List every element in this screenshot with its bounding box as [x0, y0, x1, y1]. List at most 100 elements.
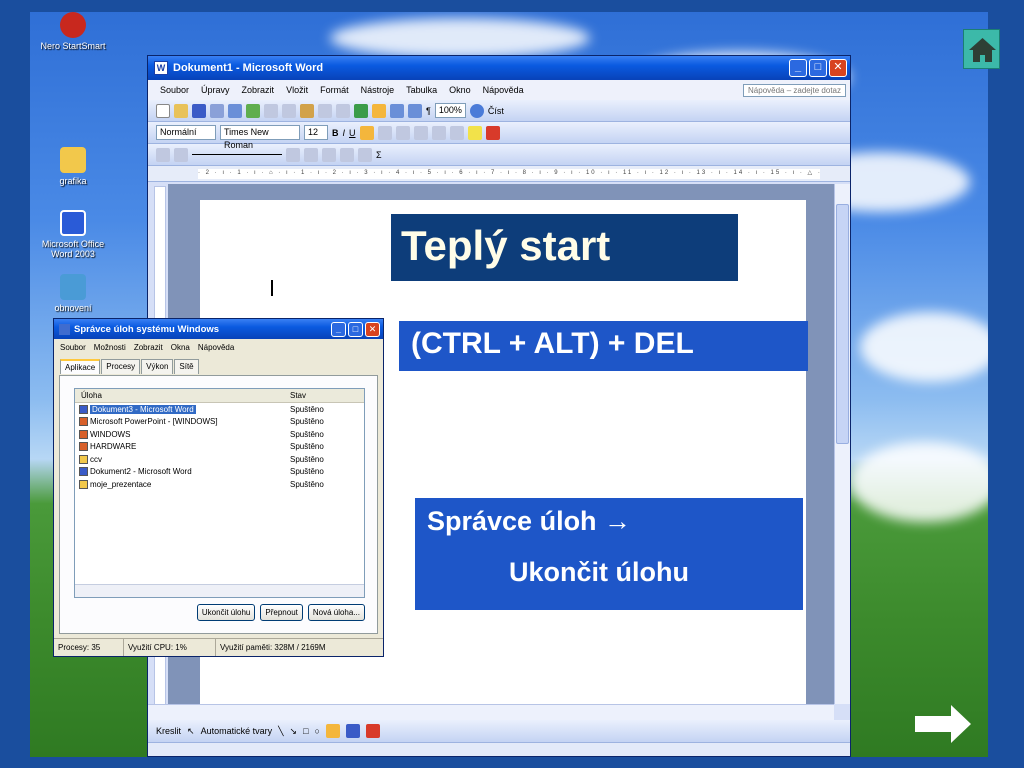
- insert-table-icon[interactable]: [322, 147, 336, 162]
- task-list[interactable]: Úloha Stav Dokument3 - Microsoft Word Sp…: [74, 388, 365, 598]
- tm-menu-zobrazit[interactable]: Zobrazit: [134, 343, 163, 352]
- menu-nastroje[interactable]: Nástroje: [361, 85, 395, 95]
- justify-icon[interactable]: [413, 125, 428, 140]
- oval-icon[interactable]: ○: [315, 726, 320, 736]
- desktop-icon-obnoveni[interactable]: obnovení: [38, 274, 108, 313]
- fill-color-icon[interactable]: [325, 724, 340, 738]
- style-select[interactable]: Normální: [156, 125, 216, 140]
- open-icon[interactable]: [174, 103, 188, 118]
- size-select[interactable]: 12: [304, 125, 328, 140]
- column-task[interactable]: Úloha: [75, 391, 290, 400]
- merge-cells-icon[interactable]: [340, 147, 354, 162]
- help-search-input[interactable]: Nápověda – zadejte dotaz: [743, 83, 846, 97]
- new-task-button[interactable]: Nová úloha...: [307, 604, 365, 621]
- sort-icon[interactable]: [358, 147, 372, 162]
- next-slide-button[interactable]: [913, 703, 973, 745]
- horizontal-scrollbar[interactable]: [148, 704, 834, 720]
- tm-maximize-button[interactable]: □: [348, 321, 363, 337]
- task-row[interactable]: Dokument3 - Microsoft Word Spuštěno: [75, 403, 364, 416]
- line-style-icon[interactable]: [174, 147, 188, 162]
- home-button[interactable]: [963, 29, 1000, 69]
- text-color-icon[interactable]: [365, 724, 380, 738]
- menu-upravy[interactable]: Úpravy: [201, 85, 230, 95]
- bold-icon[interactable]: B: [332, 128, 339, 138]
- border-icon[interactable]: [156, 147, 170, 162]
- columns-icon[interactable]: [390, 103, 404, 118]
- pen-icon[interactable]: [286, 147, 300, 162]
- spellcheck-icon[interactable]: [246, 103, 260, 118]
- numbering-icon[interactable]: [431, 125, 446, 140]
- read-button[interactable]: Číst: [488, 106, 504, 116]
- table-icon[interactable]: [372, 103, 386, 118]
- arrow-icon[interactable]: ↘: [290, 726, 298, 737]
- minimize-button[interactable]: _: [789, 59, 807, 77]
- task-manager-titlebar[interactable]: Správce úloh systému Windows _ □ ✕: [54, 319, 383, 339]
- desktop-icon-grafika[interactable]: grafika: [38, 147, 108, 186]
- menu-format[interactable]: Formát: [320, 85, 349, 95]
- desktop-icon-word[interactable]: Microsoft Office Word 2003: [38, 210, 108, 259]
- horizontal-ruler[interactable]: · 2 · ı · 1 · ı · ⌂ · ı · 1 · ı · 2 · ı …: [148, 166, 850, 182]
- task-row[interactable]: WINDOWS Spuštěno: [75, 428, 364, 441]
- draw-menu-button[interactable]: Kreslit: [156, 726, 181, 736]
- tab-procesy[interactable]: Procesy: [101, 359, 141, 374]
- task-row[interactable]: Microsoft PowerPoint - [WINDOWS] Spuštěn…: [75, 416, 364, 429]
- tab-aplikace[interactable]: Aplikace: [60, 359, 101, 374]
- desktop-icon-nero[interactable]: Nero StartSmart: [38, 12, 108, 51]
- autoshapes-button[interactable]: Automatické tvary: [201, 726, 273, 736]
- maximize-button[interactable]: □: [809, 59, 827, 77]
- word-titlebar[interactable]: W Dokument1 - Microsoft Word _ □ ✕: [148, 56, 850, 80]
- menu-soubor[interactable]: Soubor: [160, 85, 189, 95]
- drawing-icon[interactable]: [408, 103, 422, 118]
- tab-vykon[interactable]: Výkon: [141, 359, 174, 374]
- task-row[interactable]: ccv Spuštěno: [75, 453, 364, 466]
- select-pointer-icon[interactable]: ↖: [187, 726, 195, 737]
- align-left-icon[interactable]: [359, 125, 374, 140]
- tm-menu-moznosti[interactable]: Možnosti: [94, 343, 126, 352]
- tm-menu-okna[interactable]: Okna: [171, 343, 190, 352]
- bullets-icon[interactable]: [449, 125, 464, 140]
- task-list-hscroll[interactable]: [75, 584, 364, 597]
- line-icon[interactable]: ╲: [278, 726, 283, 737]
- line-color-icon[interactable]: [345, 724, 360, 738]
- menu-zobrazit[interactable]: Zobrazit: [242, 85, 275, 95]
- redo-icon[interactable]: [336, 103, 350, 118]
- font-select[interactable]: Times New Roman: [220, 125, 300, 150]
- cut-icon[interactable]: [264, 103, 278, 118]
- vertical-scrollbar[interactable]: [834, 184, 850, 704]
- task-row[interactable]: Dokument2 - Microsoft Word Spuštěno: [75, 466, 364, 479]
- hyperlink-icon[interactable]: [354, 103, 368, 118]
- tm-menu-soubor[interactable]: Soubor: [60, 343, 86, 352]
- close-button[interactable]: ✕: [829, 59, 847, 77]
- tm-menu-napoveda[interactable]: Nápověda: [198, 343, 234, 352]
- shading-icon[interactable]: [304, 147, 318, 162]
- help-icon[interactable]: [469, 103, 484, 118]
- line-style-select[interactable]: [192, 154, 282, 155]
- zoom-select[interactable]: 100%: [434, 103, 466, 118]
- print-icon[interactable]: [210, 103, 224, 118]
- align-right-icon[interactable]: [395, 125, 410, 140]
- menu-napoveda[interactable]: Nápověda: [483, 85, 524, 95]
- end-task-button[interactable]: Ukončit úlohu: [196, 604, 256, 621]
- undo-icon[interactable]: [318, 103, 332, 118]
- sum-icon[interactable]: Σ: [376, 150, 382, 160]
- italic-icon[interactable]: I: [343, 128, 346, 138]
- switch-to-button[interactable]: Přepnout: [260, 604, 303, 621]
- save-icon[interactable]: [192, 103, 206, 118]
- tm-minimize-button[interactable]: _: [331, 321, 346, 337]
- scroll-thumb[interactable]: [836, 204, 849, 444]
- pilcrow-icon[interactable]: ¶: [426, 106, 431, 116]
- menu-tabulka[interactable]: Tabulka: [406, 85, 437, 95]
- copy-icon[interactable]: [282, 103, 296, 118]
- task-manager-window[interactable]: Správce úloh systému Windows _ □ ✕ Soubo…: [53, 318, 384, 657]
- tab-site[interactable]: Sítě: [174, 359, 199, 374]
- font-color-icon[interactable]: [485, 125, 500, 140]
- new-doc-icon[interactable]: [156, 103, 170, 118]
- task-row[interactable]: moje_prezentace Spuštěno: [75, 478, 364, 491]
- align-center-icon[interactable]: [377, 125, 392, 140]
- highlight-icon[interactable]: [467, 125, 482, 140]
- task-row[interactable]: HARDWARE Spuštěno: [75, 441, 364, 454]
- preview-icon[interactable]: [228, 103, 242, 118]
- column-status[interactable]: Stav: [290, 391, 306, 400]
- tm-close-button[interactable]: ✕: [365, 321, 380, 337]
- paste-icon[interactable]: [300, 103, 314, 118]
